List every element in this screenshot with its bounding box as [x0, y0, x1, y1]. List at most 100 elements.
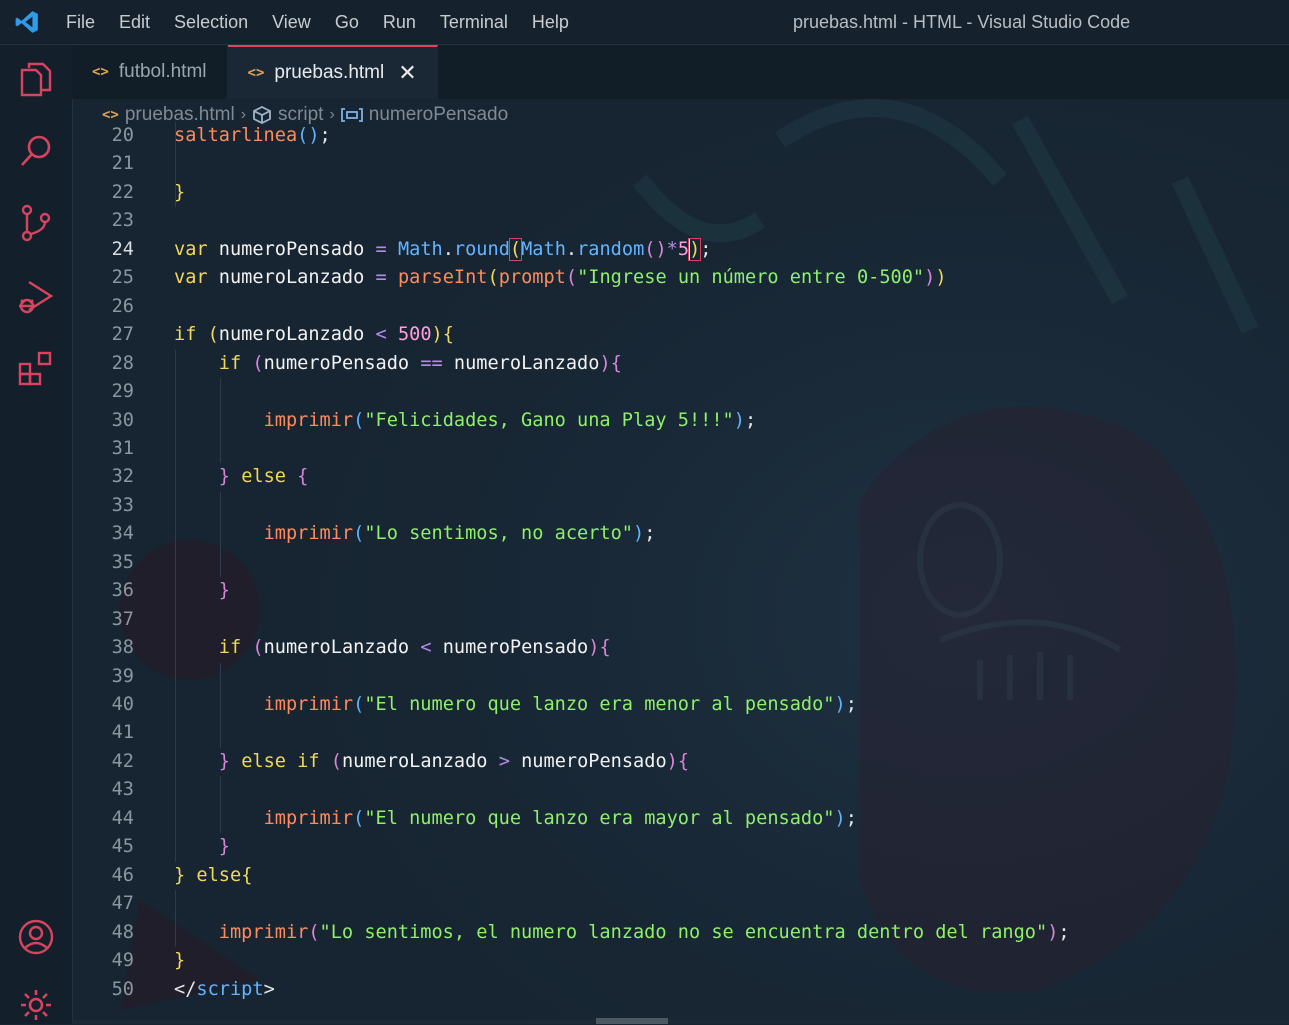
- code-text: } else{: [174, 862, 252, 890]
- code-token: (: [252, 352, 264, 374]
- menu-terminal[interactable]: Terminal: [428, 0, 520, 44]
- code-token: (: [508, 237, 523, 261]
- line-number: 28: [111, 352, 134, 374]
- line-number: 27: [111, 324, 134, 346]
- code-line: 46} else{: [72, 862, 1289, 890]
- tab-pruebas-html[interactable]: <> pruebas.html ✕: [227, 45, 438, 99]
- code-token: ): [599, 352, 611, 374]
- code-token: numeroPensado: [442, 637, 589, 659]
- code-line: 24 var numeroPensado = Math.round(Math.ra…: [72, 236, 1289, 264]
- line-number: 31: [111, 437, 134, 459]
- code-token: script: [196, 978, 264, 1000]
- line-number: 36: [111, 580, 134, 602]
- accounts-icon[interactable]: [16, 917, 56, 957]
- indent-guide: [175, 890, 176, 948]
- code-token: numeroLanzado: [218, 324, 365, 346]
- code-token: numeroLanzado: [218, 267, 365, 289]
- code-token: {: [241, 864, 253, 886]
- code-token: numeroPensado: [263, 352, 410, 374]
- menu-selection[interactable]: Selection: [162, 0, 260, 44]
- code-line: 28 if (numeroPensado == numeroLanzado){: [72, 350, 1289, 378]
- editor-bottom-edge: [72, 1020, 1289, 1024]
- code-token: numeroPensado: [521, 750, 667, 772]
- menu-file[interactable]: File: [54, 0, 107, 44]
- code-line: 42 } else if (numeroLanzado > numeroPens…: [72, 748, 1289, 776]
- code-token: </: [174, 978, 197, 1000]
- indent-guide: [219, 491, 221, 578]
- code-line: 29: [72, 378, 1289, 406]
- menu-help[interactable]: Help: [520, 0, 581, 44]
- code-text: if (numeroPensado == numeroLanzado){: [174, 350, 622, 378]
- html-file-icon: <>: [247, 65, 265, 81]
- tab-futbol-html[interactable]: <> futbol.html: [72, 45, 228, 99]
- code-text: imprimir("El numero que lanzo era mayor …: [174, 805, 857, 833]
- line-number: 25: [111, 267, 134, 289]
- code-token: numeroLanzado: [453, 352, 600, 374]
- code-token: }: [218, 466, 230, 488]
- code-token: {: [610, 352, 622, 374]
- window-title: pruebas.html - HTML - Visual Studio Code: [793, 12, 1131, 32]
- line-number: 41: [111, 722, 134, 744]
- menu-run[interactable]: Run: [371, 0, 428, 44]
- code-token: <: [375, 324, 387, 346]
- line-number: 48: [111, 921, 134, 943]
- menu-view[interactable]: View: [260, 0, 323, 44]
- source-control-icon[interactable]: [16, 203, 56, 243]
- line-number: 47: [111, 893, 134, 915]
- code-token: ;: [319, 125, 331, 146]
- code-text: </script>: [174, 976, 275, 1004]
- code-line: 40 imprimir("El numero que lanzo era men…: [72, 691, 1289, 719]
- line-number: 43: [111, 779, 134, 801]
- code-line: 48 imprimir("Lo sentimos, el numero lanz…: [72, 919, 1289, 947]
- extensions-icon[interactable]: [16, 349, 56, 389]
- line-number: 24: [111, 238, 134, 260]
- code-token: ): [666, 750, 678, 772]
- code-token: ;: [744, 409, 757, 431]
- code-line: 25 var numeroLanzado = parseInt(prompt("I…: [72, 264, 1289, 292]
- code-line: 21: [72, 150, 1289, 178]
- code-token: {: [442, 324, 454, 346]
- code-token: }: [218, 580, 230, 602]
- code-token: ): [834, 694, 846, 715]
- menu-edit[interactable]: Edit: [107, 0, 162, 44]
- code-line: 23: [72, 207, 1289, 235]
- code-token: (: [308, 921, 320, 943]
- tab-label: pruebas.html: [274, 62, 385, 83]
- code-token: ): [588, 637, 600, 659]
- code-text: saltarlinea();: [174, 122, 331, 150]
- line-number: 26: [111, 295, 134, 317]
- menu-go[interactable]: Go: [323, 0, 371, 44]
- close-icon[interactable]: ✕: [398, 60, 416, 86]
- code-line: 50 </script>: [72, 976, 1289, 1004]
- code-token: ): [924, 267, 936, 289]
- line-number: 44: [111, 807, 134, 829]
- code-token: {: [297, 466, 309, 488]
- code-token: ==: [420, 352, 443, 374]
- code-token: =: [375, 267, 387, 289]
- line-number: 21: [111, 153, 134, 175]
- code-token: "El numero que lanzo era menor al pensad…: [364, 694, 835, 715]
- code-line: 47: [72, 890, 1289, 918]
- manage-gear-icon[interactable]: [16, 985, 56, 1025]
- horizontal-scrollbar[interactable]: [596, 1018, 668, 1024]
- search-icon[interactable]: [16, 131, 56, 171]
- code-token: imprimir: [263, 807, 354, 829]
- explorer-icon[interactable]: [16, 59, 56, 99]
- code-token: "El numero que lanzo era mayor al pensad…: [364, 807, 835, 829]
- code-token: >: [498, 750, 510, 772]
- run-debug-icon[interactable]: [16, 277, 56, 317]
- code-editor[interactable]: 20 saltarlinea(); 21 22} 23 24 var numeroPensa…: [72, 120, 1289, 1020]
- indent-guide: [175, 349, 176, 862]
